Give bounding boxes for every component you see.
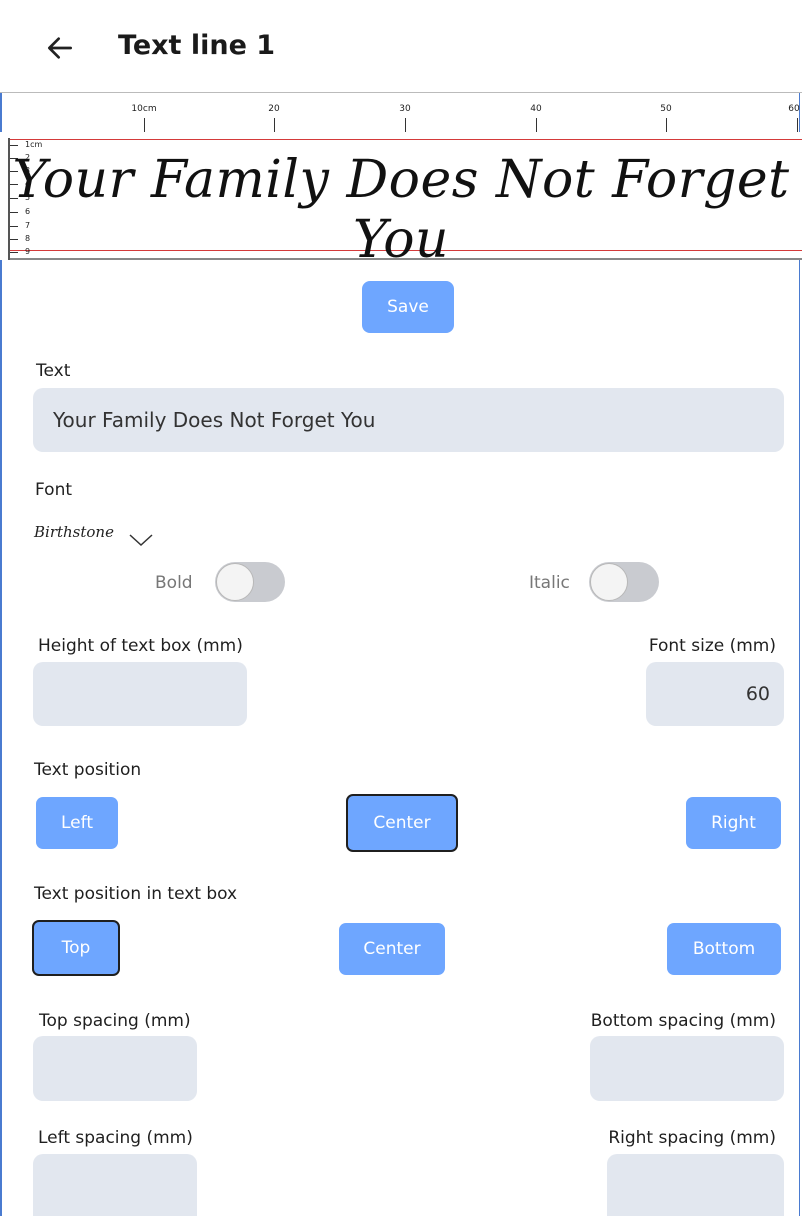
top-guide-line bbox=[10, 139, 802, 140]
ruler-label: 40 bbox=[530, 104, 542, 114]
box-position-top-button[interactable]: Top bbox=[32, 920, 120, 976]
right-spacing-label: Right spacing (mm) bbox=[608, 1128, 776, 1148]
height-label: Height of text box (mm) bbox=[38, 636, 243, 656]
preview-text: Your Family Does Not Forget You bbox=[12, 150, 790, 270]
text-input[interactable] bbox=[33, 388, 784, 452]
ruler-label: 20 bbox=[268, 104, 280, 114]
ruler-tick bbox=[274, 118, 275, 132]
italic-toggle[interactable] bbox=[589, 562, 659, 602]
position-right-button[interactable]: Right bbox=[686, 797, 781, 849]
font-label: Font bbox=[35, 480, 73, 500]
height-input[interactable] bbox=[33, 662, 247, 726]
ruler-tick bbox=[666, 118, 667, 132]
toggle-knob bbox=[590, 563, 628, 601]
page-title: Text line 1 bbox=[118, 30, 276, 61]
italic-toggle-label: Italic bbox=[529, 573, 570, 593]
ruler-tick bbox=[405, 118, 406, 132]
bold-toggle[interactable] bbox=[215, 562, 285, 602]
top-spacing-input[interactable] bbox=[33, 1036, 197, 1101]
bold-toggle-label: Bold bbox=[155, 573, 193, 593]
text-position-label: Text position bbox=[34, 760, 142, 780]
ruler-tick bbox=[10, 145, 18, 146]
left-spacing-input[interactable] bbox=[33, 1154, 197, 1216]
ruler-label: 30 bbox=[399, 104, 411, 114]
save-button[interactable]: Save bbox=[362, 281, 454, 333]
ruler-tick bbox=[144, 118, 145, 132]
box-position-bottom-button[interactable]: Bottom bbox=[667, 923, 781, 975]
ruler-label: 60 bbox=[788, 104, 800, 114]
arrow-left-icon[interactable] bbox=[44, 32, 76, 64]
position-left-button[interactable]: Left bbox=[36, 797, 118, 849]
chevron-down-icon[interactable] bbox=[128, 532, 154, 548]
right-spacing-input[interactable] bbox=[607, 1154, 784, 1216]
font-select[interactable]: Birthstone bbox=[34, 523, 114, 541]
font-size-input[interactable] bbox=[646, 662, 784, 726]
bottom-spacing-label: Bottom spacing (mm) bbox=[590, 1011, 776, 1031]
ruler-label: 10cm bbox=[131, 104, 157, 114]
ruler-label: 1cm bbox=[25, 140, 43, 149]
font-size-label: Font size (mm) bbox=[648, 636, 776, 656]
toggle-knob bbox=[216, 563, 254, 601]
text-field-label: Text bbox=[36, 361, 71, 381]
ruler-tick bbox=[797, 118, 798, 132]
position-center-button[interactable]: Center bbox=[346, 794, 458, 852]
top-spacing-label: Top spacing (mm) bbox=[39, 1011, 191, 1031]
left-spacing-label: Left spacing (mm) bbox=[38, 1128, 193, 1148]
ruler-tick bbox=[536, 118, 537, 132]
bottom-spacing-input[interactable] bbox=[590, 1036, 784, 1101]
box-position-center-button[interactable]: Center bbox=[339, 923, 445, 975]
ruler-label: 50 bbox=[660, 104, 672, 114]
text-box-position-label: Text position in text box bbox=[34, 884, 238, 904]
app-header: Text line 1 bbox=[0, 0, 802, 92]
